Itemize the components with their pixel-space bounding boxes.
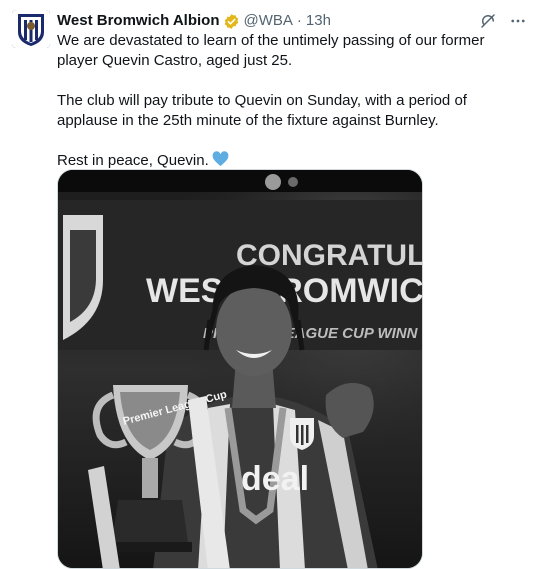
author-handle[interactable]: @WBA: [244, 11, 293, 31]
tweet-text: We are devastated to learn of the untime…: [57, 31, 527, 173]
tweet-paragraph: Rest in peace, Quevin.: [57, 152, 209, 169]
timestamp[interactable]: 13h: [306, 11, 331, 31]
avatar[interactable]: [12, 10, 50, 48]
separator-dot: ·: [296, 12, 302, 29]
tweet-header: West Bromwich Albion @WBA · 13h: [57, 11, 527, 31]
tweet-paragraph: We are devastated to learn of the untime…: [57, 32, 485, 69]
wba-crest-icon: [12, 10, 50, 48]
verified-badge-icon[interactable]: [223, 13, 240, 30]
grok-icon[interactable]: [479, 12, 497, 30]
tweet-actions: [479, 12, 527, 30]
author-name[interactable]: West Bromwich Albion: [57, 11, 220, 31]
more-icon[interactable]: [509, 12, 527, 30]
tweet[interactable]: West Bromwich Albion @WBA · 13h We are d…: [0, 0, 539, 569]
shirt-sponsor: deal: [241, 460, 309, 498]
memorial-photo: CONGRATULATI WEST BROMWICH PREMIER LEAGU…: [58, 170, 422, 568]
tweet-paragraph: The club will pay tribute to Quevin on S…: [57, 92, 467, 129]
tweet-photo[interactable]: CONGRATULATI WEST BROMWICH PREMIER LEAGU…: [57, 169, 423, 569]
